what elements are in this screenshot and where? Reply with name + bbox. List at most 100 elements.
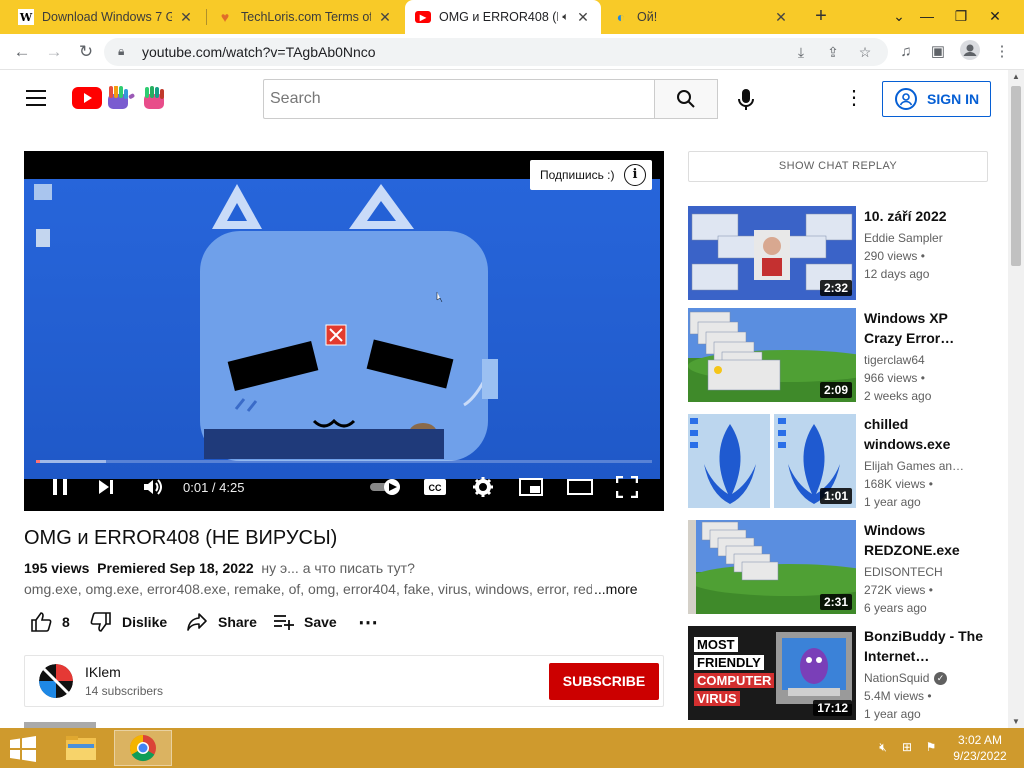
side-panel-icon[interactable]: ▣ [926, 40, 950, 64]
chrome-taskbar-button[interactable] [114, 730, 172, 766]
close-tab-icon[interactable]: ✕ [377, 9, 393, 26]
progress-bar[interactable] [36, 460, 652, 463]
info-icon[interactable]: i [624, 164, 646, 186]
like-button[interactable]: 8 [30, 610, 70, 634]
fullscreen-button[interactable] [614, 475, 640, 499]
video-description: ну э... а что писать тут? [261, 560, 415, 576]
thumbs-up-icon [31, 612, 52, 632]
system-clock[interactable]: 3:02 AM 9/23/2022 [948, 732, 1012, 764]
back-arrow-icon[interactable]: ← [10, 40, 34, 64]
volume-muted-icon[interactable]: 🔇︎ [874, 740, 892, 756]
settings-dots-icon[interactable]: ⋮ [842, 86, 866, 112]
action-center-flag-icon[interactable]: ⚑ [922, 740, 940, 756]
channel-name[interactable]: EDISONTECH [864, 565, 964, 579]
close-window-button[interactable]: ✕ [978, 0, 1012, 34]
sign-in-button[interactable]: SIGN IN [882, 81, 991, 117]
mute-button[interactable] [140, 475, 166, 499]
video-title[interactable]: BonziBuddy - The Internet… [864, 626, 988, 666]
scroll-up-arrow-icon[interactable]: ▲ [1008, 72, 1024, 81]
view-count: 290 views • [864, 249, 925, 263]
video-content-image [24, 179, 660, 479]
video-thumbnail[interactable]: MOST FRIENDLY COMPUTER VIRUS 17:12 [688, 626, 856, 720]
recommended-video[interactable]: 2:31 Windows REDZONE.exe EDISONTECH 272K… [688, 520, 998, 615]
browser-tab-youtube-active[interactable]: ▶ OMG и ERROR408 (H 🔈︎ ✕ [405, 0, 601, 34]
recommended-video[interactable]: MOST FRIENDLY COMPUTER VIRUS 17:12 Bonzi… [688, 626, 998, 721]
youtube-logo[interactable] [72, 85, 172, 110]
video-title[interactable]: chilled windows.exe [864, 414, 988, 454]
channel-name[interactable]: NationSquid [864, 671, 932, 685]
theater-mode-button[interactable] [566, 475, 594, 499]
page-scrollbar[interactable]: ▲ ▼ [1008, 70, 1024, 728]
audio-playing-icon[interactable]: 🔈︎ [562, 11, 569, 24]
pause-button[interactable] [48, 475, 72, 499]
channel-avatar[interactable] [39, 664, 73, 698]
video-title[interactable]: Windows XP Crazy Error… [864, 308, 988, 348]
video-duration: 1:01 [819, 488, 852, 504]
share-page-icon[interactable]: ⇪ [824, 44, 842, 61]
start-button[interactable] [8, 736, 38, 762]
video-thumbnail[interactable]: 2:32 [688, 206, 856, 300]
windows-logo-icon [10, 736, 36, 762]
network-icon[interactable]: ⊞ [898, 740, 916, 756]
profile-icon[interactable] [958, 40, 982, 64]
recommended-video[interactable]: 1:01 chilled windows.exe Elijah Games an… [688, 414, 998, 509]
install-app-icon[interactable]: ⤓ [792, 44, 810, 61]
browser-tab-oops[interactable]: ◐ Ой! ✕ [603, 0, 799, 34]
search-button[interactable] [654, 79, 718, 119]
dislike-button[interactable]: Dislike [90, 610, 167, 634]
new-tab-button[interactable]: + [808, 4, 834, 30]
save-button[interactable]: Save [272, 610, 337, 634]
channel-name[interactable]: Elijah Games an… [864, 459, 964, 473]
voice-search-button[interactable] [728, 82, 764, 118]
recommended-video[interactable]: 2:09 Windows XP Crazy Error… tigerclaw64… [688, 308, 998, 403]
fullscreen-icon [616, 476, 638, 498]
video-title[interactable]: 10. září 2022 [864, 206, 988, 226]
search-input[interactable] [264, 80, 655, 118]
video-thumbnail[interactable]: 2:31 [688, 520, 856, 614]
more-actions-button[interactable]: ⋯ [358, 610, 378, 634]
show-more-link[interactable]: ...more [592, 581, 638, 597]
edge-favicon-icon: ◐ [616, 9, 626, 25]
restore-button[interactable]: ❐ [944, 0, 978, 34]
video-thumbnail[interactable]: 2:09 [688, 308, 856, 402]
subscribe-button[interactable]: SUBSCRIBE [549, 663, 659, 700]
minimize-button[interactable]: — [910, 0, 944, 34]
autoplay-toggle[interactable] [366, 475, 406, 499]
channel-name[interactable]: Eddie Sampler [864, 231, 964, 245]
close-tab-icon[interactable]: ✕ [773, 9, 789, 26]
next-button[interactable] [94, 475, 118, 499]
lock-icon[interactable]: 🔒︎ [118, 44, 124, 59]
address-bar[interactable]: 🔒︎ youtube.com/watch?v=TAgbAb0Nnco ⤓ ⇪ ☆ [104, 38, 888, 66]
captions-button[interactable]: CC [422, 475, 448, 499]
search-box[interactable] [263, 79, 655, 119]
video-player[interactable]: Подпишись :) i 0:01 / 4:25 CC [24, 151, 664, 511]
browser-tab-techloris[interactable]: ♥ TechLoris.com Terms of S ✕ [207, 0, 403, 34]
channel-name[interactable]: IKlem [85, 664, 121, 680]
forward-arrow-icon[interactable]: → [42, 40, 66, 64]
media-controls-icon[interactable]: ♫ [894, 40, 918, 64]
share-button[interactable]: Share [186, 610, 257, 634]
bookmark-star-icon[interactable]: ☆ [856, 44, 874, 61]
reload-icon[interactable]: ↻ [74, 40, 98, 64]
close-tab-icon[interactable]: ✕ [575, 9, 591, 26]
thumbnail-caption-line: FRIENDLY [694, 655, 764, 670]
channel-name[interactable]: tigerclaw64 [864, 353, 964, 367]
scroll-down-arrow-icon[interactable]: ▼ [1008, 717, 1024, 726]
recommended-video[interactable]: 2:32 10. září 2022 Eddie Sampler 290 vie… [688, 206, 998, 300]
chrome-menu-icon[interactable]: ⋮ [990, 40, 1014, 64]
url-text[interactable]: youtube.com/watch?v=TAgbAb0Nnco [142, 44, 376, 60]
close-tab-icon[interactable]: ✕ [178, 9, 194, 26]
browser-tab-download-windows[interactable]: W Download Windows 7 Ga ✕ [8, 0, 204, 34]
show-chat-replay-button[interactable]: SHOW CHAT REPLAY [688, 151, 988, 182]
video-title[interactable]: Windows REDZONE.exe [864, 520, 988, 560]
thumbnail-caption-line: VIRUS [694, 691, 740, 706]
miniplayer-button[interactable] [518, 475, 544, 499]
upload-age: 2 weeks ago [864, 389, 932, 403]
file-explorer-taskbar-button[interactable] [58, 730, 104, 766]
scrollbar-thumb[interactable] [1011, 86, 1021, 266]
hamburger-menu-icon[interactable] [26, 90, 46, 106]
subscribe-card[interactable]: Подпишись :) i [530, 160, 652, 190]
video-frame[interactable] [24, 179, 660, 479]
settings-button[interactable] [470, 475, 496, 499]
video-thumbnail[interactable]: 1:01 [688, 414, 856, 508]
